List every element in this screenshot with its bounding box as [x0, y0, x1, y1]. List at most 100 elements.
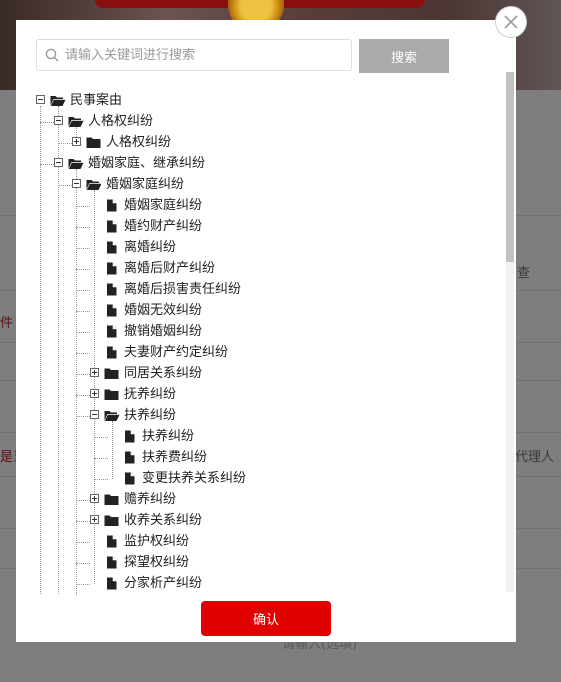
folder-icon — [104, 494, 119, 505]
tree-item-label[interactable]: 离婚纠纷 — [124, 237, 176, 258]
folder-open-icon — [50, 96, 66, 106]
file-icon — [107, 241, 117, 254]
tree-folder-item[interactable]: 收养关系纠纷 — [16, 510, 496, 531]
confirm-button[interactable]: 确认 — [201, 601, 331, 636]
file-icon — [107, 283, 117, 296]
tree-leaf-item[interactable]: 离婚后财产纠纷 — [16, 258, 496, 279]
bg-agent-label: 代理人 — [515, 450, 555, 465]
tree-connector — [94, 457, 108, 459]
tree-item-label[interactable]: 同居关系纠纷 — [124, 363, 202, 384]
tree-connector — [76, 310, 90, 312]
tree-item-label[interactable]: 人格权纠纷 — [106, 132, 171, 153]
tree-connector — [76, 268, 90, 270]
search-box — [36, 39, 352, 71]
tree-item-label[interactable]: 撤销婚姻纠纷 — [124, 321, 202, 342]
case-type-dialog: 搜索 民事案由人格权纠纷人格权纠纷婚姻家庭、继承纠纷婚姻家庭纠纷婚姻家庭纠纷婚约… — [16, 20, 516, 642]
close-button[interactable] — [495, 6, 527, 38]
tree-connector — [76, 394, 90, 396]
tree-folder-item[interactable]: 同居关系纠纷 — [16, 363, 496, 384]
file-icon — [107, 262, 117, 275]
tree-item-label[interactable]: 婚姻家庭、继承纠纷 — [88, 153, 205, 174]
tree-leaf-item[interactable]: 变更扶养关系纠纷 — [16, 468, 496, 489]
tree-connector — [76, 541, 90, 543]
tree-leaf-item[interactable]: 夫妻财产约定纠纷 — [16, 342, 496, 363]
tree-item-label[interactable]: 夫妻财产约定纠纷 — [124, 342, 228, 363]
folder-icon — [104, 389, 119, 400]
folder-icon — [86, 137, 101, 148]
folder-open-icon — [86, 180, 102, 190]
tree-leaf-item[interactable]: 撤销婚姻纠纷 — [16, 321, 496, 342]
tree-item-label[interactable]: 人格权纠纷 — [88, 111, 153, 132]
tree-folder-item[interactable]: 婚姻家庭纠纷 — [16, 174, 496, 195]
tree-leaf-item[interactable]: 分家析产纠纷 — [16, 573, 496, 594]
tree-connector — [58, 184, 72, 186]
tree-folder-item[interactable]: 人格权纠纷 — [16, 111, 496, 132]
search-button[interactable]: 搜索 — [359, 39, 449, 73]
tree-connector — [40, 121, 54, 123]
expand-toggle[interactable] — [72, 137, 81, 146]
tree-connector — [76, 583, 90, 585]
tree-leaf-item[interactable]: 监护权纠纷 — [16, 531, 496, 552]
tree-item-label[interactable]: 扶养纠纷 — [142, 426, 194, 447]
tree-leaf-item[interactable]: 扶养纠纷 — [16, 426, 496, 447]
tree-leaf-item[interactable]: 离婚后损害责任纠纷 — [16, 279, 496, 300]
tree-item-label[interactable]: 分家析产纠纷 — [124, 573, 202, 594]
tree-item-label[interactable]: 离婚后财产纠纷 — [124, 258, 215, 279]
file-icon — [107, 304, 117, 317]
tree-leaf-item[interactable]: 离婚纠纷 — [16, 237, 496, 258]
tree-leaf-item[interactable]: 婚姻无效纠纷 — [16, 300, 496, 321]
collapse-toggle[interactable] — [36, 95, 45, 104]
tree-leaf-item[interactable]: 婚姻家庭纠纷 — [16, 195, 496, 216]
tree-item-label[interactable]: 民事案由 — [70, 90, 122, 111]
tree-folder-item[interactable]: 赡养纠纷 — [16, 489, 496, 510]
tree-item-label[interactable]: 离婚后损害责任纠纷 — [124, 279, 241, 300]
file-icon — [107, 220, 117, 233]
tree-connector — [76, 520, 90, 522]
folder-icon — [104, 515, 119, 526]
tree-connector — [76, 562, 90, 564]
tree-folder-item[interactable]: 人格权纠纷 — [16, 132, 496, 153]
tree-item-label[interactable]: 监护权纠纷 — [124, 531, 189, 552]
expand-toggle[interactable] — [90, 368, 99, 377]
tree-folder-item[interactable]: 民事案由 — [16, 90, 496, 111]
tree-item-label[interactable]: 婚姻家庭纠纷 — [106, 174, 184, 195]
folder-open-icon — [68, 117, 84, 127]
tree-connector — [76, 331, 90, 333]
tree-leaf-item[interactable]: 探望权纠纷 — [16, 552, 496, 573]
case-type-tree: 民事案由 人格权纠纷 人格权纠纷 婚姻家庭、继承纠纷 婚姻家庭纠纷 婚姻家庭纠纷 婚约财产纠… — [16, 80, 506, 595]
expand-toggle[interactable] — [90, 389, 99, 398]
tree-connector — [76, 205, 90, 207]
tree-item-label[interactable]: 扶养费纠纷 — [142, 447, 207, 468]
tree-leaf-item[interactable]: 扶养费纠纷 — [16, 447, 496, 468]
tree-item-label[interactable]: 赡养纠纷 — [124, 489, 176, 510]
tree-folder-item[interactable]: 婚姻家庭、继承纠纷 — [16, 153, 496, 174]
search-input[interactable] — [65, 40, 345, 70]
tree-item-label[interactable]: 变更扶养关系纠纷 — [142, 468, 246, 489]
tree-item-label[interactable]: 收养关系纠纷 — [124, 510, 202, 531]
tree-connector — [76, 373, 90, 375]
tree-item-label[interactable]: 婚姻家庭纠纷 — [124, 195, 202, 216]
tree-item-label[interactable]: 婚约财产纠纷 — [124, 216, 202, 237]
file-icon — [107, 199, 117, 212]
tree-folder-item[interactable]: 抚养纠纷 — [16, 384, 496, 405]
tree-item-label[interactable]: 扶养纠纷 — [124, 405, 176, 426]
collapse-toggle[interactable] — [54, 158, 63, 167]
collapse-toggle[interactable] — [90, 410, 99, 419]
expand-toggle[interactable] — [90, 494, 99, 503]
tree-item-label[interactable]: 抚养纠纷 — [124, 384, 176, 405]
expand-toggle[interactable] — [90, 515, 99, 524]
file-icon — [125, 451, 135, 464]
tree-leaf-item[interactable]: 婚约财产纠纷 — [16, 216, 496, 237]
tree-item-label[interactable]: 婚姻无效纠纷 — [124, 300, 202, 321]
collapse-toggle[interactable] — [72, 179, 81, 188]
tree-folder-item[interactable]: 扶养纠纷 — [16, 405, 496, 426]
scrollbar[interactable] — [506, 72, 514, 592]
tree-connector — [94, 436, 108, 438]
collapse-toggle[interactable] — [54, 116, 63, 125]
tree-connector — [58, 142, 72, 144]
scrollbar-thumb[interactable] — [506, 72, 514, 262]
tree-item-label[interactable]: 探望权纠纷 — [124, 552, 189, 573]
file-icon — [107, 577, 117, 590]
file-icon — [125, 430, 135, 443]
file-icon — [107, 346, 117, 359]
